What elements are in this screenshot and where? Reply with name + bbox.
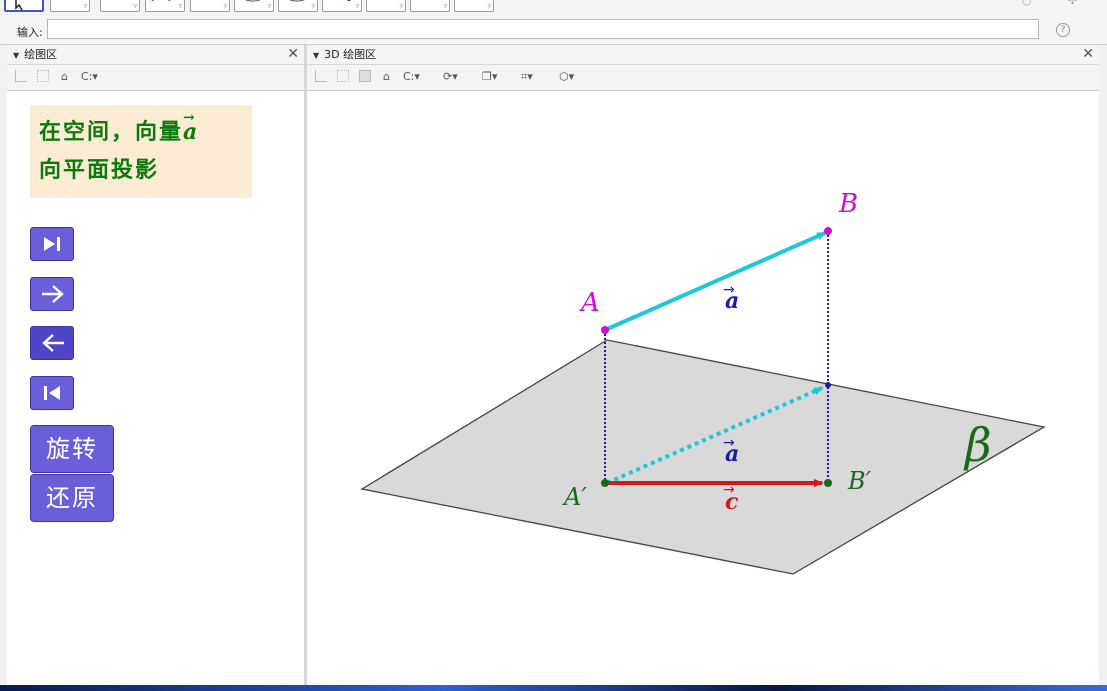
grid-toggle-icon[interactable] xyxy=(337,70,349,84)
intersection-point xyxy=(825,382,831,388)
arrow-left-icon xyxy=(42,334,64,352)
intersect-tool[interactable]: ▿ xyxy=(322,0,362,12)
label-A: A xyxy=(579,288,600,318)
projection-icon[interactable]: ⬡▾ xyxy=(559,70,574,84)
skip-end-icon xyxy=(44,237,60,251)
skip-start-icon xyxy=(44,386,60,400)
sphere-tool[interactable]: ▿ xyxy=(278,0,318,12)
label-vec-a-proj-arrow: → xyxy=(723,435,735,451)
next-step-button[interactable] xyxy=(30,277,74,311)
vector-a[interactable] xyxy=(604,231,827,332)
circle-tool[interactable]: ▿ xyxy=(234,0,274,12)
close-icon[interactable]: ✕ xyxy=(1082,45,1094,64)
clipping-icon[interactable]: ❐▾ xyxy=(482,70,497,84)
coord-style-dropdown[interactable]: C:▾ xyxy=(403,70,420,84)
rotate-view-tool[interactable]: ▿ xyxy=(454,0,494,12)
input-field[interactable] xyxy=(47,19,1039,39)
coord-style-dropdown[interactable]: C:▾ xyxy=(81,70,98,84)
prev-step-button[interactable] xyxy=(30,326,74,360)
point-A-prime[interactable] xyxy=(601,479,609,487)
label-A-prime: A′ xyxy=(562,483,587,511)
graphics-3d-panel: ▼ 3D 绘图区 ✕ ⌂ C:▾ ⟳▾ ❐▾ ⌗▾ ⬡▾ A B A′ B′ a… xyxy=(307,45,1099,685)
axes-3d-icon[interactable]: ⌗▾ xyxy=(521,70,533,84)
info-text-box: 在空间，向量a → 向平面投影 xyxy=(30,105,252,198)
input-label: 输入: xyxy=(17,26,43,39)
label-vec-a-top-arrow: → xyxy=(723,282,735,298)
scene-3d: A B A′ B′ a → a → c → β xyxy=(360,189,1046,575)
home-icon[interactable]: ⌂ xyxy=(383,70,390,84)
plane-toggle-icon[interactable] xyxy=(359,70,371,84)
geogebra-window: ▿ ▿ ▿ ▿ ▿ ▿ ▿ ▿ ▿ ▿ ○ ✣ 输入: ? ▼ 绘图区 ✕ ⌂ C… xyxy=(0,0,1107,685)
point-B[interactable] xyxy=(824,227,832,235)
label-B-prime: B′ xyxy=(847,467,872,495)
move-tool[interactable] xyxy=(4,0,44,12)
desktop-background xyxy=(0,685,1107,691)
perpendicular-tool[interactable]: ▿ xyxy=(145,0,185,12)
point-tool[interactable]: ▿ xyxy=(50,0,90,12)
point-A[interactable] xyxy=(601,326,609,334)
label-B: B xyxy=(838,189,858,219)
toolbar: ▿ ▿ ▿ ▿ ▿ ▿ ▿ ▿ ▿ ▿ ○ ✣ xyxy=(0,0,1107,14)
graphics-panel-header: ▼ 绘图区 ✕ xyxy=(7,45,304,65)
angle-tool[interactable]: ▿ xyxy=(366,0,406,12)
graphics-3d-panel-title: 3D 绘图区 xyxy=(324,48,377,61)
help-icon[interactable]: ? xyxy=(1056,23,1070,37)
point-B-prime[interactable] xyxy=(824,479,832,487)
close-icon[interactable]: ✕ xyxy=(287,45,299,64)
arrow-right-icon xyxy=(42,285,64,303)
line-tool[interactable]: ▿ xyxy=(100,0,140,12)
graphics-canvas[interactable]: 在空间，向量a → 向平面投影 旋转 还原 xyxy=(7,91,304,685)
reset-button[interactable]: 还原 xyxy=(30,474,114,522)
rotate-view-icon[interactable]: ⟳▾ xyxy=(443,70,458,84)
window-edge xyxy=(1099,45,1107,685)
settings-icon[interactable]: ✣ xyxy=(1068,0,1077,7)
graphics-style-bar: ⌂ C:▾ xyxy=(7,65,304,91)
axes-toggle-icon[interactable] xyxy=(15,70,27,84)
info-text: 在空间，向量a → 向平面投影 xyxy=(39,110,200,183)
label-plane-beta: β xyxy=(963,418,992,472)
graphics-3d-canvas[interactable]: A B A′ B′ a → a → c → β xyxy=(307,91,1099,685)
plane-beta[interactable] xyxy=(360,339,1046,575)
rotate-button[interactable]: 旋转 xyxy=(30,425,114,473)
play-to-end-button[interactable] xyxy=(30,227,74,261)
graphics-3d-panel-header: ▼ 3D 绘图区 ✕ xyxy=(307,45,1099,65)
reflect-tool[interactable]: ▿ xyxy=(410,0,450,12)
undo-icon[interactable]: ○ xyxy=(1022,0,1032,7)
input-bar: 输入: ? xyxy=(0,15,1107,45)
graphics-panel-title: 绘图区 xyxy=(24,48,58,61)
label-vec-c-arrow: → xyxy=(723,482,735,498)
vector-a-label: a → xyxy=(183,110,200,145)
go-to-start-button[interactable] xyxy=(30,376,74,410)
collapse-icon[interactable]: ▼ xyxy=(13,51,19,60)
axes-toggle-icon[interactable] xyxy=(315,70,327,84)
grid-toggle-icon[interactable] xyxy=(37,70,49,84)
graphics-3d-style-bar: ⌂ C:▾ ⟳▾ ❐▾ ⌗▾ ⬡▾ xyxy=(307,65,1099,91)
polygon-tool[interactable]: ▿ xyxy=(190,0,230,12)
collapse-icon[interactable]: ▼ xyxy=(313,51,319,60)
graphics-panel: ▼ 绘图区 ✕ ⌂ C:▾ 在空间，向量a → 向平面投影 旋转 还原 xyxy=(7,45,304,685)
home-icon[interactable]: ⌂ xyxy=(61,70,68,84)
